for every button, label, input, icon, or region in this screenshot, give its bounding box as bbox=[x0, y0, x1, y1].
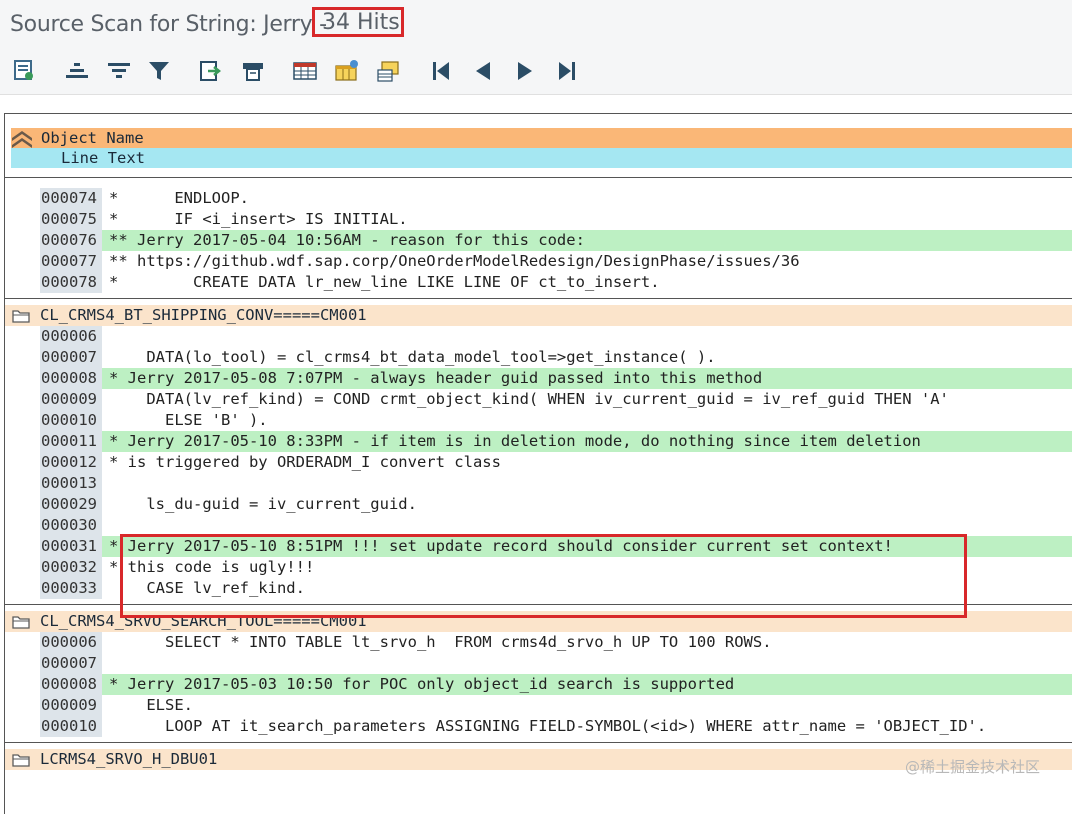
line-text: ** https://github.wdf.sap.corp/OneOrderM… bbox=[109, 252, 800, 270]
line-number: 000009 bbox=[40, 695, 102, 716]
filter-icon[interactable] bbox=[146, 58, 172, 84]
code-row[interactable]: 000010 LOOP AT it_search_parameters ASSI… bbox=[5, 716, 1072, 737]
header-line-text: Line Text bbox=[11, 148, 1072, 168]
line-text: ELSE 'B' ). bbox=[109, 411, 268, 429]
code-row[interactable]: 000013 bbox=[5, 473, 1072, 494]
previous-page-icon[interactable] bbox=[470, 58, 496, 84]
code-row[interactable]: 000077 ** https://github.wdf.sap.corp/One… bbox=[5, 251, 1072, 272]
line-number: 000074 bbox=[40, 188, 102, 209]
header-object-label: Object Name bbox=[41, 129, 144, 147]
folder-icon bbox=[12, 310, 30, 323]
divider bbox=[5, 177, 1072, 178]
page-title: Source Scan for String: Jerry - bbox=[10, 12, 327, 37]
details-icon[interactable] bbox=[12, 58, 38, 84]
watermark: @稀土掘金技术社区 bbox=[905, 758, 1041, 776]
line-number: 000009 bbox=[40, 389, 102, 410]
code-row[interactable]: 000074 * ENDLOOP. bbox=[5, 188, 1072, 209]
hit-row[interactable]: 000008 * Jerry 2017-05-03 10:50 for POC o… bbox=[5, 674, 1072, 695]
line-number: 000076 bbox=[40, 230, 102, 251]
export-icon[interactable] bbox=[198, 58, 224, 84]
line-text: ELSE. bbox=[109, 696, 193, 714]
layout-table-icon[interactable] bbox=[292, 58, 318, 84]
line-number: 000075 bbox=[40, 209, 102, 230]
line-number: 000013 bbox=[40, 473, 102, 494]
annotation-highlight-box bbox=[120, 534, 967, 618]
object-row[interactable]: CL_CRMS4_BT_SHIPPING_CONV=====CM001 bbox=[5, 305, 1072, 326]
code-row[interactable]: 000029 ls_du-guid = iv_current_guid. bbox=[5, 494, 1072, 515]
next-page-icon[interactable] bbox=[512, 58, 538, 84]
line-number: 000008 bbox=[40, 368, 102, 389]
line-number: 000006 bbox=[40, 632, 102, 653]
folder-icon bbox=[12, 754, 30, 767]
code-row[interactable]: 000007 bbox=[5, 653, 1072, 674]
header-line-label: Line Text bbox=[61, 149, 145, 167]
line-text: DATA(lv_ref_kind) = COND crmt_object_kin… bbox=[109, 390, 949, 408]
line-number: 000012 bbox=[40, 452, 102, 473]
toolbar bbox=[0, 50, 1072, 95]
last-page-icon[interactable] bbox=[554, 58, 580, 84]
line-number: 000010 bbox=[40, 410, 102, 431]
object-name: LCRMS4_SRVO_H_DBU01 bbox=[40, 750, 218, 768]
ascending-sort-icon[interactable] bbox=[64, 58, 90, 84]
collapse-all-icon[interactable] bbox=[11, 128, 33, 148]
descending-sort-icon[interactable] bbox=[106, 58, 132, 84]
folder-icon bbox=[12, 616, 30, 629]
code-row[interactable]: 000009 ELSE. bbox=[5, 695, 1072, 716]
title-bar: Source Scan for String: Jerry - 34 Hits bbox=[0, 0, 1072, 50]
hits-count: 34 Hits bbox=[312, 7, 404, 37]
print-icon[interactable] bbox=[240, 58, 266, 84]
line-number: 000033 bbox=[40, 578, 102, 599]
line-text: * IF <i_insert> IS INITIAL. bbox=[109, 210, 408, 228]
code-row[interactable]: 000009 DATA(lv_ref_kind) = COND crmt_obj… bbox=[5, 389, 1072, 410]
line-text: * is triggered by ORDERADM_I convert cla… bbox=[109, 453, 501, 471]
header-object-name: Object Name bbox=[11, 128, 1072, 148]
code-row[interactable]: 000007 DATA(lo_tool) = cl_crms4_bt_data_… bbox=[5, 347, 1072, 368]
line-number: 000007 bbox=[40, 347, 102, 368]
section-divider bbox=[5, 742, 1072, 743]
line-number: 000006 bbox=[40, 326, 102, 347]
save-layout-icon[interactable] bbox=[376, 58, 402, 84]
object-name: CL_CRMS4_BT_SHIPPING_CONV=====CM001 bbox=[40, 306, 367, 324]
code-row[interactable]: 000075 * IF <i_insert> IS INITIAL. bbox=[5, 209, 1072, 230]
line-number: 000008 bbox=[40, 674, 102, 695]
line-number: 000010 bbox=[40, 716, 102, 737]
line-text: * CREATE DATA lr_new_line LIKE LINE OF c… bbox=[109, 273, 660, 291]
line-text: * Jerry 2017-05-08 7:07PM - always heade… bbox=[109, 369, 763, 387]
first-page-icon[interactable] bbox=[428, 58, 454, 84]
change-layout-icon[interactable] bbox=[334, 58, 360, 84]
line-text: DATA(lo_tool) = cl_crms4_bt_data_model_t… bbox=[109, 348, 716, 366]
section-divider bbox=[5, 298, 1072, 299]
code-row[interactable]: 000012 * is triggered by ORDERADM_I conve… bbox=[5, 452, 1072, 473]
line-number: 000077 bbox=[40, 251, 102, 272]
line-number: 000078 bbox=[40, 272, 102, 293]
results-list: Object Name Line Text 000074 * ENDLOOP. 00… bbox=[4, 113, 1072, 814]
line-text: ** Jerry 2017-05-04 10:56AM - reason for… bbox=[109, 231, 585, 249]
line-number: 000011 bbox=[40, 431, 102, 452]
line-number: 000030 bbox=[40, 515, 102, 536]
code-row[interactable]: 000006 bbox=[5, 326, 1072, 347]
line-text: * ENDLOOP. bbox=[109, 189, 249, 207]
line-text: ls_du-guid = iv_current_guid. bbox=[109, 495, 417, 513]
line-text: SELECT * INTO TABLE lt_srvo_h FROM crms4… bbox=[109, 633, 772, 651]
code-row[interactable]: 000030 bbox=[5, 515, 1072, 536]
line-text: * Jerry 2017-05-10 8:33PM - if item is i… bbox=[109, 432, 921, 450]
line-number: 000032 bbox=[40, 557, 102, 578]
code-row[interactable]: 000006 SELECT * INTO TABLE lt_srvo_h FRO… bbox=[5, 632, 1072, 653]
hit-row[interactable]: 000076 ** Jerry 2017-05-04 10:56AM - reas… bbox=[5, 230, 1072, 251]
code-row[interactable]: 000010 ELSE 'B' ). bbox=[5, 410, 1072, 431]
hit-row[interactable]: 000011 * Jerry 2017-05-10 8:33PM - if ite… bbox=[5, 431, 1072, 452]
line-number: 000031 bbox=[40, 536, 102, 557]
line-number: 000029 bbox=[40, 494, 102, 515]
line-text: * Jerry 2017-05-03 10:50 for POC only ob… bbox=[109, 675, 735, 693]
code-row[interactable]: 000078 * CREATE DATA lr_new_line LIKE LIN… bbox=[5, 272, 1072, 293]
hit-row[interactable]: 000008 * Jerry 2017-05-08 7:07PM - always… bbox=[5, 368, 1072, 389]
line-number: 000007 bbox=[40, 653, 102, 674]
line-text: LOOP AT it_search_parameters ASSIGNING F… bbox=[109, 717, 987, 735]
